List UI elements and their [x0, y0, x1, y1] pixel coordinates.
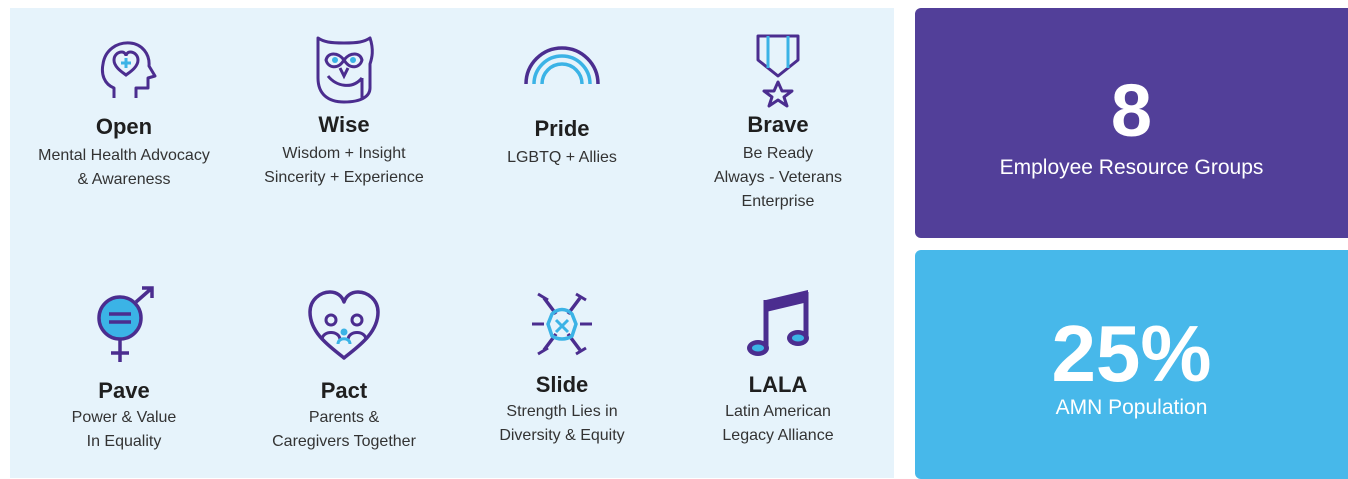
group-lala: LALA Latin American Legacy Alliance — [668, 282, 888, 448]
group-wise: Wise Wisdom + Insight Sincerity + Experi… — [234, 28, 454, 190]
music-note-icon — [738, 282, 818, 362]
group-title: Slide — [535, 372, 589, 397]
group-description: Strength Lies in Diversity & Equity — [499, 403, 625, 444]
joined-hands-icon — [522, 284, 602, 364]
group-description: Power & Value In Equality — [71, 409, 177, 450]
group-title: Brave — [747, 112, 809, 137]
group-description: Latin American Legacy Alliance — [722, 403, 834, 444]
group-description: Mental Health Advocacy & Awareness — [38, 147, 210, 188]
group-pave: Pave Power & Value In Equality — [14, 284, 234, 454]
group-description: Wisdom + Insight Sincerity + Experience — [264, 145, 424, 186]
group-brave: Brave Be Ready Always - Veterans Enterpr… — [668, 30, 888, 214]
medal-icon — [738, 30, 818, 110]
group-pride: Pride LGBTQ + Allies — [452, 32, 672, 170]
population-label: AMN Population — [1055, 396, 1208, 419]
population-card: 25% AMN Population — [915, 250, 1348, 479]
group-pact: Pact Parents & Caregivers Together — [234, 284, 454, 454]
family-heart-icon — [304, 284, 384, 364]
group-description: LGBTQ + Allies — [507, 149, 617, 166]
group-title: Pride — [534, 116, 590, 141]
group-description: Be Ready Always - Veterans Enterprise — [713, 145, 843, 210]
gender-equality-icon — [84, 284, 164, 364]
group-open: Open Mental Health Advocacy & Awareness — [14, 30, 234, 192]
group-slide: Slide Strength Lies in Diversity & Equit… — [452, 284, 672, 448]
group-title: Wise — [318, 112, 370, 137]
head-heart-icon — [84, 30, 164, 110]
population-value: 25% — [1051, 309, 1212, 398]
group-title: Pact — [320, 378, 368, 403]
erg-count-label: Employee Resource Groups — [999, 156, 1264, 179]
group-title: Open — [95, 114, 153, 139]
erg-count-value: 8 — [1110, 69, 1153, 152]
owl-icon — [304, 28, 384, 108]
group-title: LALA — [748, 372, 808, 397]
erg-panel: Open Mental Health Advocacy & Awareness … — [10, 8, 894, 478]
group-title: Pave — [98, 378, 150, 403]
rainbow-icon — [522, 32, 602, 112]
group-description: Parents & Caregivers Together — [272, 409, 416, 450]
erg-count-card: 8 Employee Resource Groups — [915, 8, 1348, 238]
